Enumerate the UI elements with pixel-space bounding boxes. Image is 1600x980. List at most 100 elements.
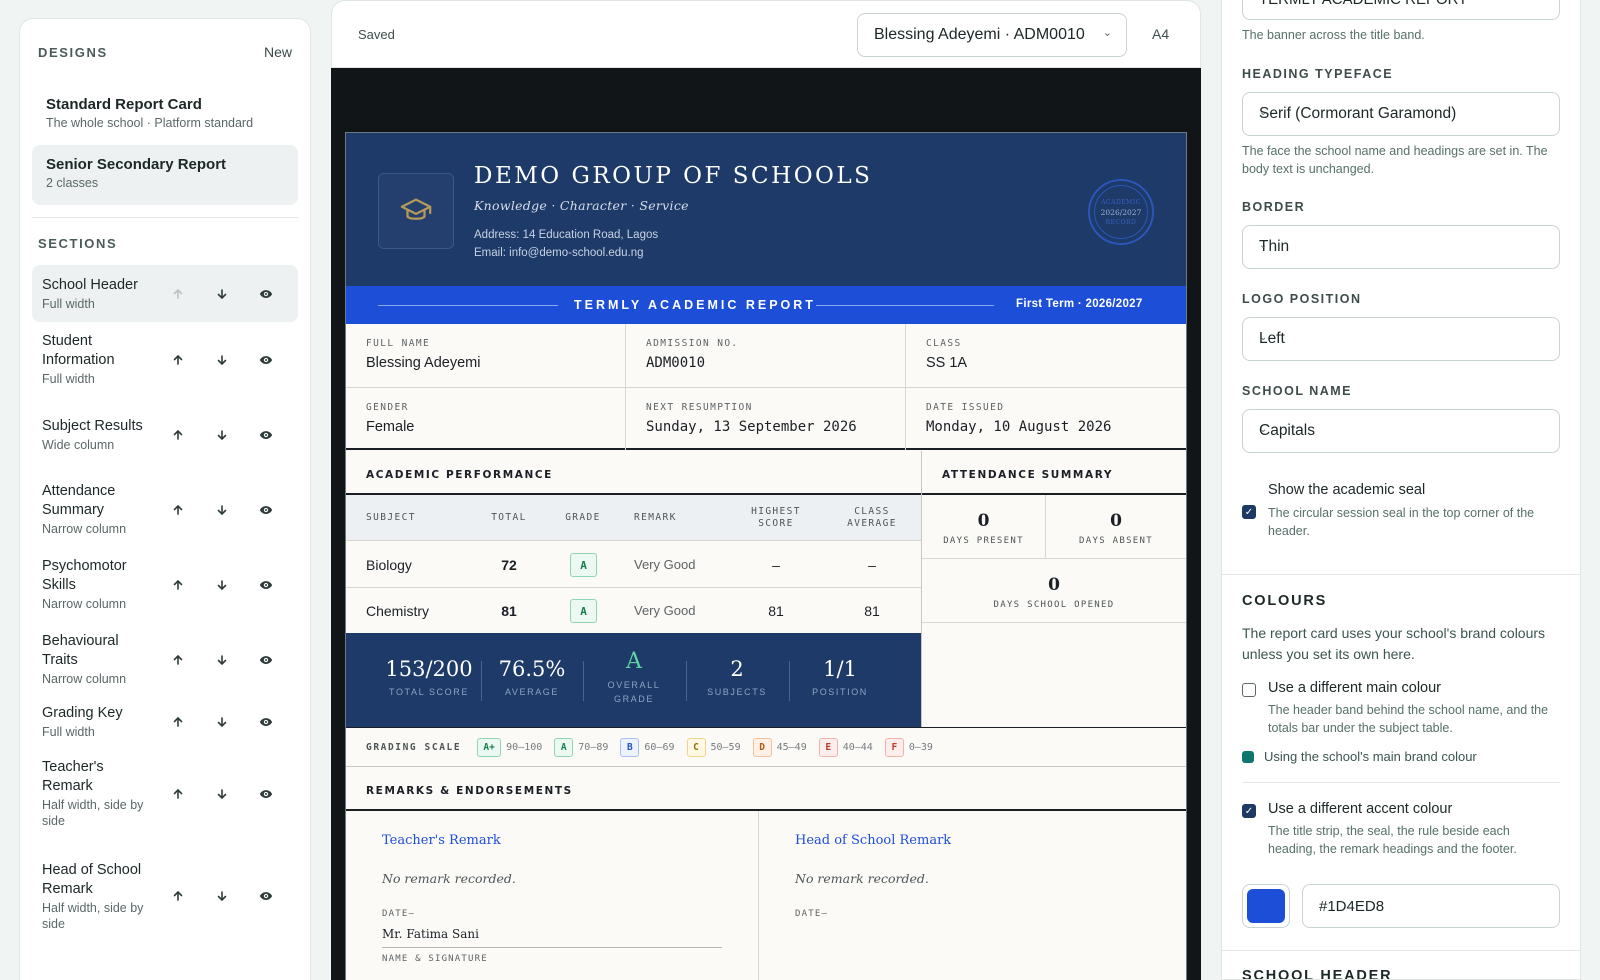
info-full-name: FULL NAME Blessing Adeyemi: [346, 324, 626, 387]
section-item[interactable]: Psychomotor Skills Narrow column: [32, 547, 298, 622]
main-colour-checkbox[interactable]: [1242, 683, 1256, 697]
accent-hex-value: #1D4ED8: [1319, 898, 1385, 915]
signature-line: [382, 947, 722, 948]
logo-position-select[interactable]: Left ⌄: [1242, 317, 1560, 361]
section-width: Narrow column: [42, 597, 127, 611]
grading-key[interactable]: GRADING SCALE A+ 90–100 A 70–89 B 60–69 C 50–59…: [346, 727, 1186, 767]
section-item[interactable]: Grading Key Full width: [32, 697, 298, 746]
arrow-down-icon[interactable]: [200, 782, 244, 806]
design-item-standard[interactable]: Standard Report Card The whole school · …: [32, 85, 298, 139]
section-name: Attendance Summary: [42, 483, 116, 518]
arrow-up-icon[interactable]: [156, 573, 200, 597]
paper-size-button[interactable]: A4: [1152, 26, 1169, 42]
heading-typeface-select[interactable]: Serif (Cormorant Garamond) ⌄: [1242, 92, 1560, 136]
border-select[interactable]: Thin ⌄: [1242, 225, 1560, 269]
accent-colour-preview: [1247, 889, 1285, 923]
head-remark-date: DATE—: [795, 909, 829, 919]
arrow-down-icon[interactable]: [200, 423, 244, 447]
eye-icon[interactable]: [244, 648, 288, 672]
arrow-down-icon[interactable]: [200, 498, 244, 522]
section-item[interactable]: Behavioural Traits Narrow column: [32, 622, 298, 697]
colours-help: The report card uses your school's brand…: [1242, 625, 1546, 662]
info-class: CLASS SS 1A: [906, 324, 1186, 387]
info-label: FULL NAME: [366, 338, 431, 349]
title-rule-left: [378, 305, 558, 306]
school-name: DEMO GROUP OF SCHOOLS: [474, 163, 873, 189]
arrow-up-icon[interactable]: [156, 282, 200, 306]
section-item[interactable]: Teacher's Remark Half width, side by side: [32, 746, 298, 841]
eye-icon[interactable]: [244, 573, 288, 597]
arrow-down-icon[interactable]: [200, 648, 244, 672]
section-text: Teacher's Remark Half width, side by side: [42, 758, 144, 829]
eye-icon[interactable]: [244, 710, 288, 734]
info-label: ADMISSION NO.: [646, 338, 739, 349]
student-information[interactable]: FULL NAME Blessing Adeyemi ADMISSION NO.…: [346, 324, 1186, 450]
banner-text-input[interactable]: TERMLY ACADEMIC REPORT: [1242, 0, 1560, 20]
eye-icon[interactable]: [244, 282, 288, 306]
days-present-label: DAYS PRESENT: [943, 536, 1024, 546]
section-item[interactable]: Attendance Summary Narrow column: [32, 472, 298, 547]
arrow-up-icon[interactable]: [156, 648, 200, 672]
overall-grade-label-line1: OVERALL: [607, 680, 661, 690]
section-width: Half width, side by side: [42, 900, 144, 931]
grade-range: 60–69: [644, 741, 675, 753]
new-design-button[interactable]: New: [264, 44, 292, 60]
title-rule-right: [816, 305, 994, 306]
row-grade: A: [570, 553, 597, 577]
student-select[interactable]: Blessing Adeyemi · ADM0010 ⌄: [857, 13, 1127, 57]
school-header[interactable]: DEMO GROUP OF SCHOOLS Knowledge · Charac…: [346, 133, 1186, 286]
arrow-up-icon[interactable]: [156, 782, 200, 806]
show-seal-checkbox[interactable]: ✓: [1242, 505, 1256, 519]
eye-icon[interactable]: [244, 884, 288, 908]
arrow-up-icon[interactable]: [156, 423, 200, 447]
eye-icon[interactable]: [244, 348, 288, 372]
section-item[interactable]: Student Information Full width: [32, 322, 298, 397]
eye-icon[interactable]: [244, 782, 288, 806]
section-name: Student Information: [42, 333, 115, 368]
section-item[interactable]: Head of School Remark Half width, side by…: [32, 841, 298, 951]
grade-badge: A: [554, 737, 574, 757]
attendance-summary[interactable]: ATTENDANCE SUMMARY 0 DAYS PRESENT 0 DAYS…: [922, 451, 1186, 727]
info-value: Sunday, 13 September 2026: [646, 419, 857, 435]
section-item[interactable]: School Header Full width: [32, 265, 298, 322]
arrow-down-icon[interactable]: [200, 282, 244, 306]
preview-canvas: DEMO GROUP OF SCHOOLS Knowledge · Charac…: [331, 68, 1201, 980]
info-label: GENDER: [366, 402, 409, 413]
section-controls: [156, 573, 288, 597]
eye-icon[interactable]: [244, 423, 288, 447]
arrow-down-icon[interactable]: [200, 884, 244, 908]
accent-colour-picker[interactable]: [1242, 884, 1290, 928]
subject-results[interactable]: ACADEMIC PERFORMANCE SUBJECT TOTAL GRADE…: [346, 451, 922, 728]
teacher-remark[interactable]: Teacher's Remark No remark recorded. DAT…: [346, 811, 759, 980]
table-row: Chemistry 81 A Very Good 81 81: [346, 588, 921, 634]
school-name-select[interactable]: Capitals ⌄: [1242, 409, 1560, 453]
total-score-value: 153/200: [385, 657, 473, 681]
arrow-up-icon[interactable]: [156, 710, 200, 734]
arrow-down-icon[interactable]: [200, 573, 244, 597]
border-label: BORDER: [1242, 200, 1306, 214]
arrow-up-icon[interactable]: [156, 498, 200, 522]
design-title: Senior Secondary Report: [46, 156, 227, 173]
brand-colour-swatch: [1242, 751, 1254, 763]
section-item[interactable]: Subject Results Wide column: [32, 397, 298, 472]
col-subject: SUBJECT: [366, 512, 416, 523]
arrow-up-icon[interactable]: [156, 348, 200, 372]
section-text: Student Information Full width: [42, 332, 144, 387]
design-item-senior-secondary[interactable]: Senior Secondary Report 2 classes: [32, 145, 298, 205]
arrow-up-icon[interactable]: [156, 884, 200, 908]
eye-icon[interactable]: [244, 498, 288, 522]
col-remark: REMARK: [634, 512, 677, 523]
col-average-line2: AVERAGE: [847, 518, 897, 529]
remarks-endorsements[interactable]: REMARKS & ENDORSEMENTS Teacher's Remark …: [346, 767, 1186, 980]
colours-heading: COLOURS: [1242, 593, 1328, 609]
divider: [1242, 782, 1560, 783]
overall-grade-label: OVERALL GRADE: [584, 678, 684, 706]
results-table-header: SUBJECT TOTAL GRADE REMARK HIGHEST SCORE…: [346, 495, 921, 541]
show-seal-label: Show the academic seal: [1268, 482, 1426, 498]
accent-hex-input[interactable]: #1D4ED8: [1302, 884, 1560, 928]
chevron-down-icon: ⌄: [1102, 27, 1112, 39]
arrow-down-icon[interactable]: [200, 348, 244, 372]
accent-colour-checkbox[interactable]: ✓: [1242, 804, 1256, 818]
head-of-school-remark[interactable]: Head of School Remark No remark recorded…: [759, 811, 1172, 980]
arrow-down-icon[interactable]: [200, 710, 244, 734]
